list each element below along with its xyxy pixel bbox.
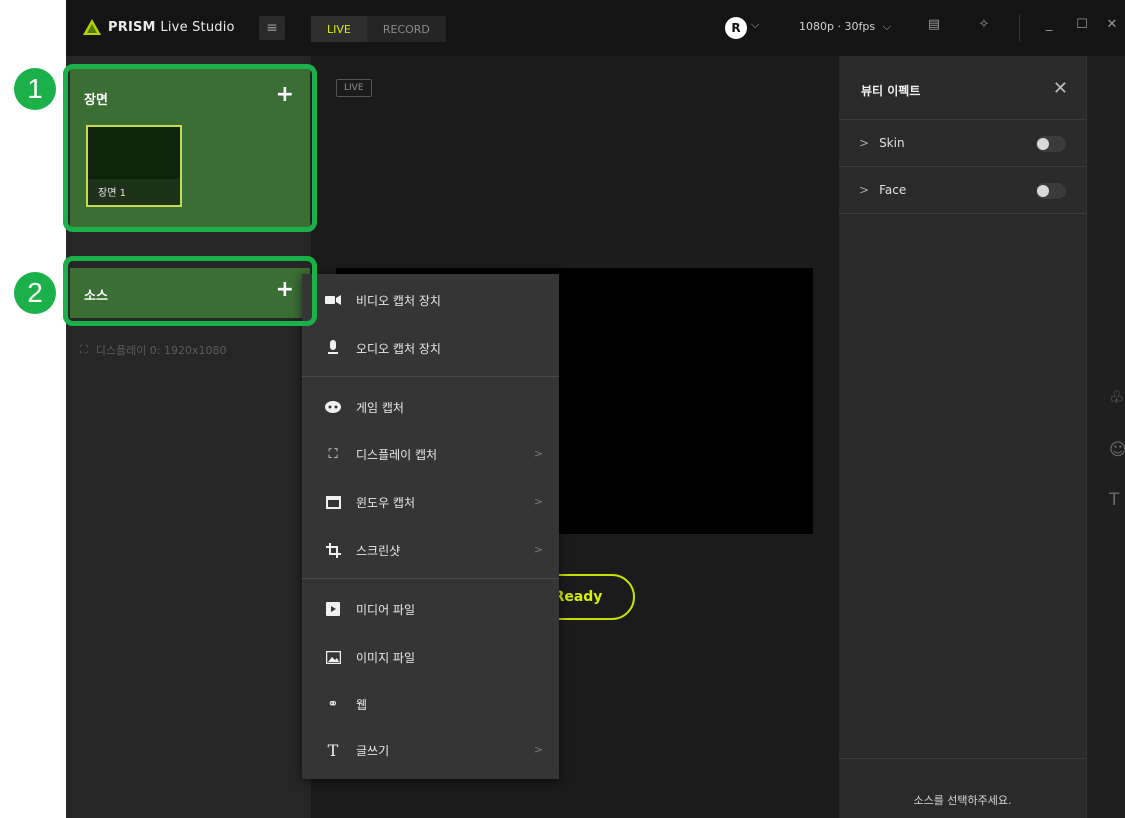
menu-item-label: 디스플레이 캡처 [356,447,438,462]
chevron-right-icon: > [533,743,543,756]
display-capture-icon: ⛶ [80,343,88,356]
menu-item-label: 게임 캡처 [356,400,404,415]
add-source-menu: 비디오 캡처 장치 오디오 캡처 장치 게임 캡처 ⛶ 디스플레이 캡처 > 윈… [302,274,559,779]
hamburger-icon[interactable]: ≡ [259,16,285,40]
select-source-hint: 소스를 선택하주세요. [913,794,1012,807]
skin-toggle[interactable] [1036,136,1066,152]
tab-record[interactable]: RECORD [366,16,446,42]
menu-item-display-capture[interactable]: ⛶ 디스플레이 캡처 > [302,434,559,474]
app-name: Live Studio [160,20,235,35]
right-toolbar: ♧ ☺ T [1086,56,1125,818]
chevron-right-icon: > [533,447,543,460]
menu-item-audio-capture[interactable]: 오디오 캡처 장치 [302,328,559,368]
effect-row-skin[interactable]: > Skin [839,120,1086,167]
window-icon [324,493,342,511]
menu-item-label: 미디어 파일 [356,602,416,617]
callout-box-source [63,256,317,326]
crop-icon [324,541,342,559]
menu-separator [302,578,559,579]
close-icon[interactable]: ✕ [1102,17,1122,37]
chevron-down-icon[interactable]: ⌵ [751,18,759,32]
menu-item-text[interactable]: T 글쓰기 > [302,730,559,770]
menu-item-label: 스크린샷 [356,543,401,558]
beauty-effect-panel: 뷰티 이펙트 ✕ > Skin > Face 소스를 선택하주세요. [839,56,1086,818]
face-icon[interactable]: ☺ [1109,440,1125,460]
resolution-value: 1080p · 30fps [799,20,876,33]
mode-tabs: LIVE RECORD [311,16,446,42]
menu-item-label: 이미지 파일 [356,650,416,665]
tab-live[interactable]: LIVE [311,16,367,42]
menu-item-image-file[interactable]: 이미지 파일 [302,637,559,677]
toggle-knob [1037,138,1049,150]
menu-separator [302,376,559,377]
panel-title: 뷰티 이펙트 [861,84,921,98]
avatar[interactable]: R [725,17,747,39]
effect-row-face[interactable]: > Face [839,167,1086,214]
prism-logo-icon [83,19,101,35]
toggle-knob [1037,185,1049,197]
menu-item-label: 웹 [356,697,368,712]
effect-row-label-text: Face [879,183,907,197]
minimize-icon[interactable]: _ [1039,17,1059,37]
chevron-right-icon: > [859,136,870,150]
maximize-icon[interactable]: ☐ [1072,17,1092,37]
effect-row-label-text: Skin [879,136,905,150]
link-icon: ⚭ [327,696,339,712]
panel-footer: 소스를 선택하주세요. [839,758,1086,818]
menu-item-game-capture[interactable]: 게임 캡처 [302,387,559,427]
media-play-icon [324,600,342,618]
app-brand: PRISM [108,20,156,35]
microphone-icon [324,339,342,357]
menu-item-label: 비디오 캡처 장치 [356,293,441,308]
chevron-right-icon: > [859,183,870,197]
image-icon [324,648,342,666]
menu-item-window-capture[interactable]: 윈도우 캡처 > [302,482,559,522]
text-icon[interactable]: T [1109,490,1119,510]
menu-item-web[interactable]: ⚭ 웹 [302,684,559,724]
source-item-label: 디스플레이 0: 1920x1080 [95,344,227,357]
effect-row-label: > Skin [859,136,905,150]
effect-row-label: > Face [859,183,906,197]
panel-header: 뷰티 이펙트 ✕ [839,56,1086,120]
menu-item-label: 글쓰기 [356,743,390,758]
video-camera-icon [324,291,342,309]
source-item[interactable]: ⛶ 디스플레이 0: 1920x1080 [80,342,227,358]
menu-item-media-file[interactable]: 미디어 파일 [302,589,559,629]
menu-item-label: 윈도우 캡처 [356,495,416,510]
chevron-right-icon: > [533,543,543,556]
display-capture-icon: ⛶ [328,446,338,462]
text-icon: T [327,740,339,760]
title-bar: PRISM Live Studio ≡ LIVE RECORD R ⌵ 1080… [66,0,1125,56]
titlebar-divider [1019,14,1020,42]
chevron-right-icon: > [533,495,543,508]
chat-icon[interactable]: ▤ [924,17,944,37]
live-badge: LIVE [336,79,372,97]
app-title: PRISM Live Studio [108,20,235,35]
callout-box-scene [63,64,317,232]
menu-item-video-capture[interactable]: 비디오 캡처 장치 [302,280,559,320]
pin-icon[interactable]: ✧ [974,17,994,37]
face-toggle[interactable] [1036,183,1066,199]
effects-icon[interactable]: ♧ [1109,388,1124,408]
gamepad-icon [324,398,342,416]
callout-number-2: 2 [14,272,56,314]
chevron-down-icon: ⌵ [882,20,891,33]
resolution-select[interactable]: 1080p · 30fps ⌵ [799,20,891,34]
menu-item-label: 오디오 캡처 장치 [356,341,441,356]
close-icon[interactable]: ✕ [1053,78,1068,99]
menu-item-screenshot[interactable]: 스크린샷 > [302,530,559,570]
callout-number-1: 1 [14,68,56,110]
